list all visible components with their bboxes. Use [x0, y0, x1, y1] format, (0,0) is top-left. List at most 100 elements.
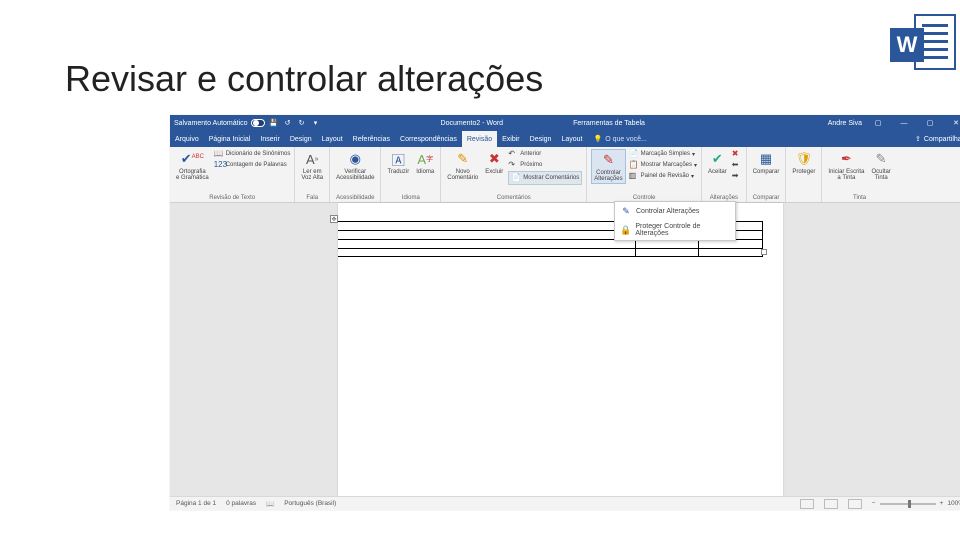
- reject-button[interactable]: ✖: [732, 149, 742, 159]
- tab-pagina-inicial[interactable]: Página Inicial: [204, 131, 256, 147]
- tab-exibir[interactable]: Exibir: [497, 131, 525, 147]
- table-move-handle-icon[interactable]: ✥: [330, 215, 338, 223]
- zoom-control[interactable]: − + 100%: [872, 500, 960, 507]
- dropdown-track-changes[interactable]: ✎ Controlar Alterações: [615, 202, 735, 220]
- group-proofing: ✔ABC Ortografia e Gramática 📖Dicionário …: [170, 147, 295, 202]
- user-name[interactable]: Andre Siva: [828, 120, 862, 127]
- print-layout-button[interactable]: [824, 499, 838, 509]
- read-mode-button[interactable]: [800, 499, 814, 509]
- group-comments: ✎ Novo Comentário ✖ Excluir ↶Anterior ↷P…: [441, 147, 587, 202]
- reject-icon: ✖: [732, 149, 742, 159]
- delete-comment-button[interactable]: ✖ Excluir: [483, 149, 505, 176]
- group-accessibility-label: Acessibilidade: [334, 195, 376, 202]
- tab-table-layout[interactable]: Layout: [556, 131, 587, 147]
- maximize-button[interactable]: ▢: [920, 115, 940, 131]
- spelling-button[interactable]: ✔ABC Ortografia e Gramática: [174, 149, 211, 182]
- word-count[interactable]: 0 palavras: [226, 500, 256, 507]
- table-resize-handle-icon[interactable]: [761, 249, 767, 255]
- accept-button[interactable]: ✔ Aceitar: [706, 149, 729, 176]
- zoom-slider[interactable]: [880, 503, 936, 505]
- show-comments-label: Mostrar Comentários: [523, 175, 579, 181]
- language-indicator[interactable]: Português (Brasil): [284, 500, 336, 507]
- thesaurus-label: Dicionário de Sinônimos: [226, 151, 291, 157]
- prev-change-button[interactable]: ⬅: [732, 160, 742, 170]
- hide-ink-icon: ✎: [872, 150, 890, 168]
- hide-ink-label: Ocultar Tinta: [871, 169, 890, 181]
- language-button[interactable]: A字 Idioma: [414, 149, 436, 176]
- group-language-label: Idioma: [385, 195, 436, 202]
- ink-label: Iniciar Escrita a Tinta: [828, 169, 864, 181]
- chevron-down-icon: ▾: [692, 151, 695, 158]
- translate-button[interactable]: 🄰 Traduzir: [385, 149, 411, 176]
- share-button[interactable]: ⇪ Compartilhar: [909, 131, 960, 147]
- context-tool-title: Ferramentas de Tabela: [573, 120, 645, 127]
- start-ink-button[interactable]: ✒ Iniciar Escrita a Tinta: [826, 149, 866, 182]
- translate-icon: 🄰: [389, 150, 407, 168]
- ribbon-options-icon[interactable]: ▢: [868, 115, 888, 131]
- qat-customize-icon[interactable]: ▾: [311, 118, 321, 128]
- document-page[interactable]: ✥: [338, 203, 783, 496]
- tab-layout[interactable]: Layout: [317, 131, 348, 147]
- document-title: Documento2 - Word: [441, 120, 504, 127]
- dropdown-lock-tracking[interactable]: 🔒 Proteger Controle de Alterações: [615, 220, 735, 240]
- save-icon[interactable]: 💾: [269, 118, 279, 128]
- reviewing-pane-button[interactable]: ▥Painel de Revisão▾: [629, 171, 697, 181]
- next-comment-button[interactable]: ↷Próximo: [508, 160, 582, 170]
- next-change-icon: ➡: [732, 171, 742, 181]
- minimize-button[interactable]: —: [894, 115, 914, 131]
- show-comments-button[interactable]: 📄Mostrar Comentários: [508, 171, 582, 185]
- wordcount-label: Contagem de Palavras: [226, 162, 287, 168]
- pane-icon: ▥: [629, 171, 639, 181]
- group-ink: ✒ Iniciar Escrita a Tinta ✎ Ocultar Tint…: [822, 147, 896, 202]
- prev-comment-icon: ↶: [508, 149, 518, 159]
- tab-referencias[interactable]: Referências: [348, 131, 395, 147]
- toggle-switch-icon[interactable]: [251, 119, 265, 127]
- page-indicator[interactable]: Página 1 de 1: [176, 500, 216, 507]
- close-button[interactable]: ✕: [946, 115, 960, 131]
- autosave-toggle[interactable]: Salvamento Automático: [174, 119, 265, 127]
- redo-icon[interactable]: ↻: [297, 118, 307, 128]
- pane-label: Painel de Revisão: [641, 173, 689, 179]
- undo-icon[interactable]: ↺: [283, 118, 293, 128]
- tab-revisao[interactable]: Revisão: [462, 131, 497, 147]
- zoom-percent[interactable]: 100%: [947, 500, 960, 507]
- status-bar: Página 1 de 1 0 palavras 📖 Português (Br…: [170, 496, 960, 510]
- table-row[interactable]: [338, 248, 763, 257]
- read-aloud-button[interactable]: A» Ler em Voz Alta: [299, 149, 325, 182]
- show-markup-button[interactable]: 📋Mostrar Marcações▾: [629, 160, 697, 170]
- spelling-label: Ortografia e Gramática: [176, 169, 209, 181]
- compare-button[interactable]: ▦ Comparar: [751, 149, 782, 176]
- slide-title: Revisar e controlar alterações: [65, 58, 543, 100]
- group-protect: 🛡 Proteger: [786, 147, 822, 202]
- titlebar: Salvamento Automático 💾 ↺ ↻ ▾ Documento2…: [170, 115, 960, 131]
- thesaurus-icon: 📖: [214, 149, 224, 159]
- protect-button[interactable]: 🛡 Proteger: [790, 149, 817, 176]
- translate-label: Traduzir: [387, 169, 409, 175]
- tab-inserir[interactable]: Inserir: [255, 131, 284, 147]
- tab-correspondencias[interactable]: Correspondências: [395, 131, 462, 147]
- zoom-out-icon[interactable]: −: [872, 500, 876, 507]
- spell-status-icon[interactable]: 📖: [266, 500, 274, 508]
- tab-table-design[interactable]: Design: [525, 131, 557, 147]
- next-change-button[interactable]: ➡: [732, 171, 742, 181]
- tell-me-search[interactable]: 💡 O que você...: [587, 131, 652, 147]
- check-accessibility-button[interactable]: ◉ Verificar Acessibilidade: [334, 149, 376, 182]
- display-for-review[interactable]: 📄Marcação Simples▾: [629, 149, 697, 159]
- tab-arquivo[interactable]: Arquivo: [170, 131, 204, 147]
- prev-comment-button[interactable]: ↶Anterior: [508, 149, 582, 159]
- tab-design[interactable]: Design: [285, 131, 317, 147]
- web-layout-button[interactable]: [848, 499, 862, 509]
- protect-icon: 🛡: [795, 150, 813, 168]
- track-changes-button[interactable]: ✎ Controlar Alterações: [591, 149, 625, 184]
- chevron-down-icon: ▾: [694, 162, 697, 169]
- zoom-in-icon[interactable]: +: [940, 500, 944, 507]
- wordcount-button[interactable]: 123Contagem de Palavras: [214, 160, 291, 170]
- show-markup-icon: 📋: [629, 160, 639, 170]
- language-icon: A字: [416, 150, 434, 168]
- new-comment-icon: ✎: [454, 150, 472, 168]
- show-comments-icon: 📄: [511, 173, 521, 183]
- hide-ink-button[interactable]: ✎ Ocultar Tinta: [869, 149, 892, 182]
- thesaurus-button[interactable]: 📖Dicionário de Sinônimos: [214, 149, 291, 159]
- document-area[interactable]: ✥: [170, 203, 960, 496]
- new-comment-button[interactable]: ✎ Novo Comentário: [445, 149, 480, 182]
